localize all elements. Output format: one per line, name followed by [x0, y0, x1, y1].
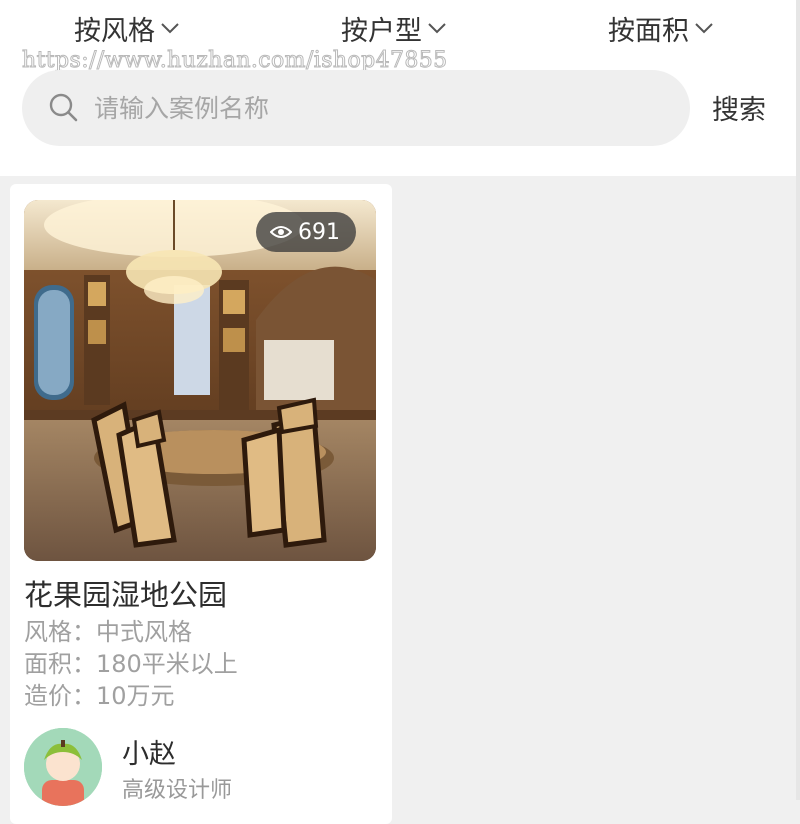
- search-input[interactable]: [92, 87, 656, 129]
- case-photo[interactable]: 691: [24, 200, 376, 561]
- designer-name: 小赵: [122, 739, 176, 770]
- filter-area-label: 按面积: [608, 15, 689, 47]
- case-card[interactable]: 691 花果园湿地公园 风格：中式风格 面积：180平米以上 造价：10万元 小…: [10, 184, 392, 824]
- chevron-down-icon: [695, 23, 713, 34]
- search-bar: [22, 70, 690, 146]
- eye-icon: [270, 226, 292, 238]
- filter-layout-dropdown[interactable]: 按户型: [341, 6, 448, 50]
- search-icon: [49, 93, 78, 122]
- designer-role: 高级设计师: [122, 778, 233, 803]
- case-title[interactable]: 花果园湿地公园: [24, 572, 227, 614]
- scrollbar[interactable]: [796, 0, 800, 800]
- filter-style-dropdown[interactable]: 按风格: [74, 6, 181, 50]
- case-area: 面积：180平米以上: [24, 650, 238, 678]
- filter-area-dropdown[interactable]: 按面积: [608, 6, 715, 50]
- chevron-down-icon: [428, 23, 446, 34]
- chevron-down-icon: [161, 23, 179, 34]
- case-cost: 造价：10万元: [24, 682, 175, 710]
- avatar[interactable]: [24, 728, 102, 806]
- views-count: 691: [298, 219, 340, 245]
- filter-style-label: 按风格: [74, 15, 155, 47]
- case-style: 风格：中式风格: [24, 618, 192, 646]
- filter-layout-label: 按户型: [341, 15, 422, 47]
- views-badge: 691: [256, 212, 356, 252]
- search-button[interactable]: 搜索: [712, 88, 766, 127]
